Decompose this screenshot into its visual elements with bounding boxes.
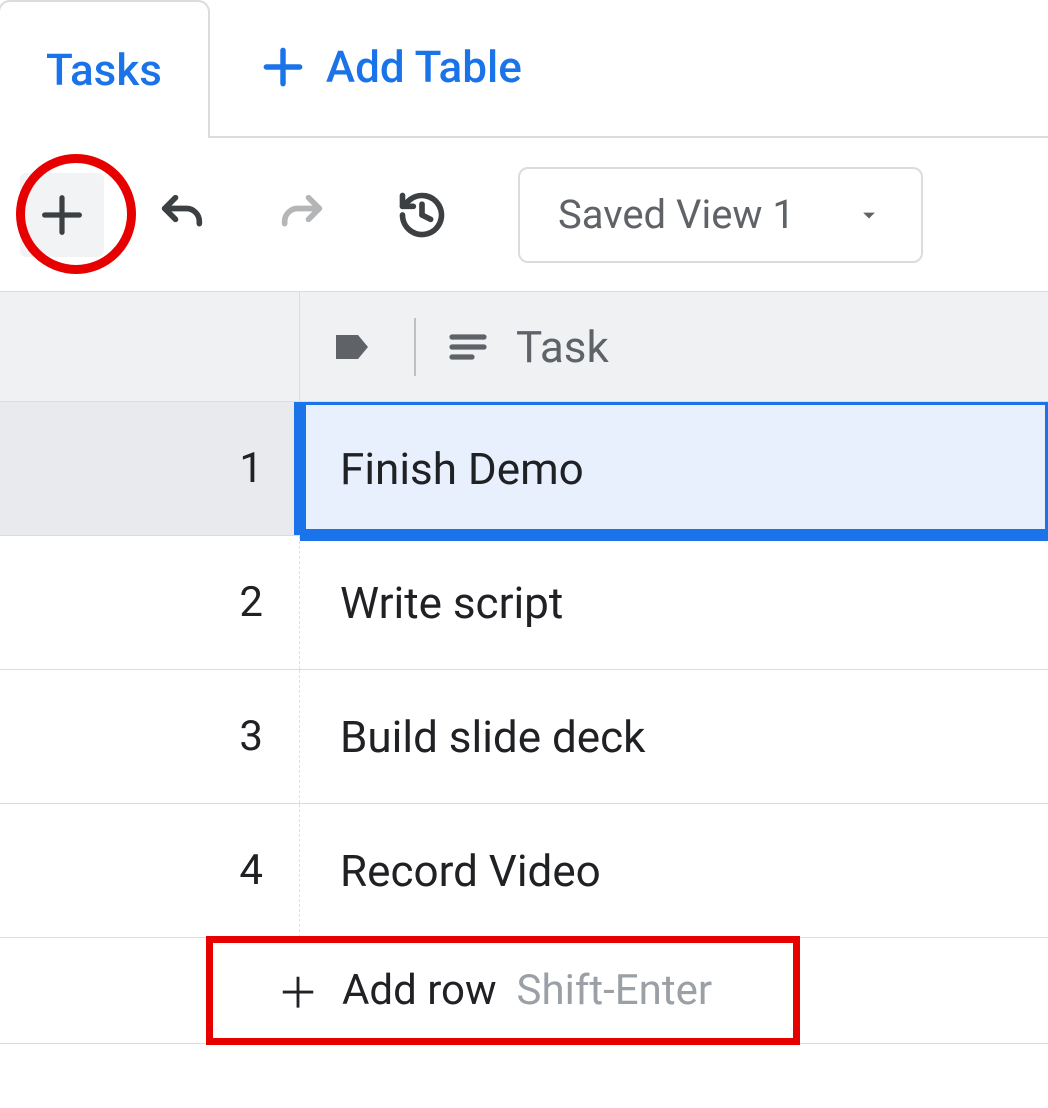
undo-icon [156,189,208,241]
row-number: 1 [0,402,300,535]
table-row[interactable]: 1 Finish Demo [0,402,1048,536]
row-number-header [0,292,300,401]
add-table-label: Add Table [326,41,522,93]
plus-icon: ＋ [274,960,322,1021]
add-row-button[interactable]: ＋ Add row Shift-Enter [0,938,1048,1044]
add-row-hint: Shift-Enter [517,966,713,1015]
column-header-task[interactable]: Task [300,292,1048,401]
redo-button[interactable] [260,173,344,257]
tasks-table: Task 1 Finish Demo 2 Write script 3 Buil… [0,292,1048,1044]
column-header-label: Task [516,321,609,373]
text-lines-icon [444,323,492,371]
tab-tasks[interactable]: Tasks [0,0,210,138]
toolbar: Saved View 1 [0,138,1048,292]
task-cell[interactable]: Finish Demo [300,402,1048,535]
add-table-button[interactable]: Add Table [212,0,568,138]
saved-view-label: Saved View 1 [558,191,795,238]
table-tabs: Tasks Add Table [0,0,1048,138]
redo-icon [276,189,328,241]
history-icon [396,189,448,241]
plus-icon [36,189,88,241]
row-number: 3 [0,670,300,803]
insert-button[interactable] [20,173,104,257]
tab-label: Tasks [46,44,162,96]
caret-down-icon [855,201,883,229]
task-cell[interactable]: Build slide deck [300,670,1048,803]
table-row[interactable]: 4 Record Video [0,804,1048,938]
undo-button[interactable] [140,173,224,257]
add-row-label: Add row [342,966,497,1015]
table-header-row: Task [0,292,1048,402]
history-button[interactable] [380,173,464,257]
separator [414,318,416,376]
label-icon [330,323,378,371]
task-cell[interactable]: Write script [300,536,1048,669]
row-number: 4 [0,804,300,937]
table-row[interactable]: 3 Build slide deck [0,670,1048,804]
table-row[interactable]: 2 Write script [0,536,1048,670]
saved-view-picker[interactable]: Saved View 1 [518,167,923,263]
task-cell[interactable]: Record Video [300,804,1048,937]
row-number: 2 [0,536,300,669]
plus-icon [258,42,308,92]
